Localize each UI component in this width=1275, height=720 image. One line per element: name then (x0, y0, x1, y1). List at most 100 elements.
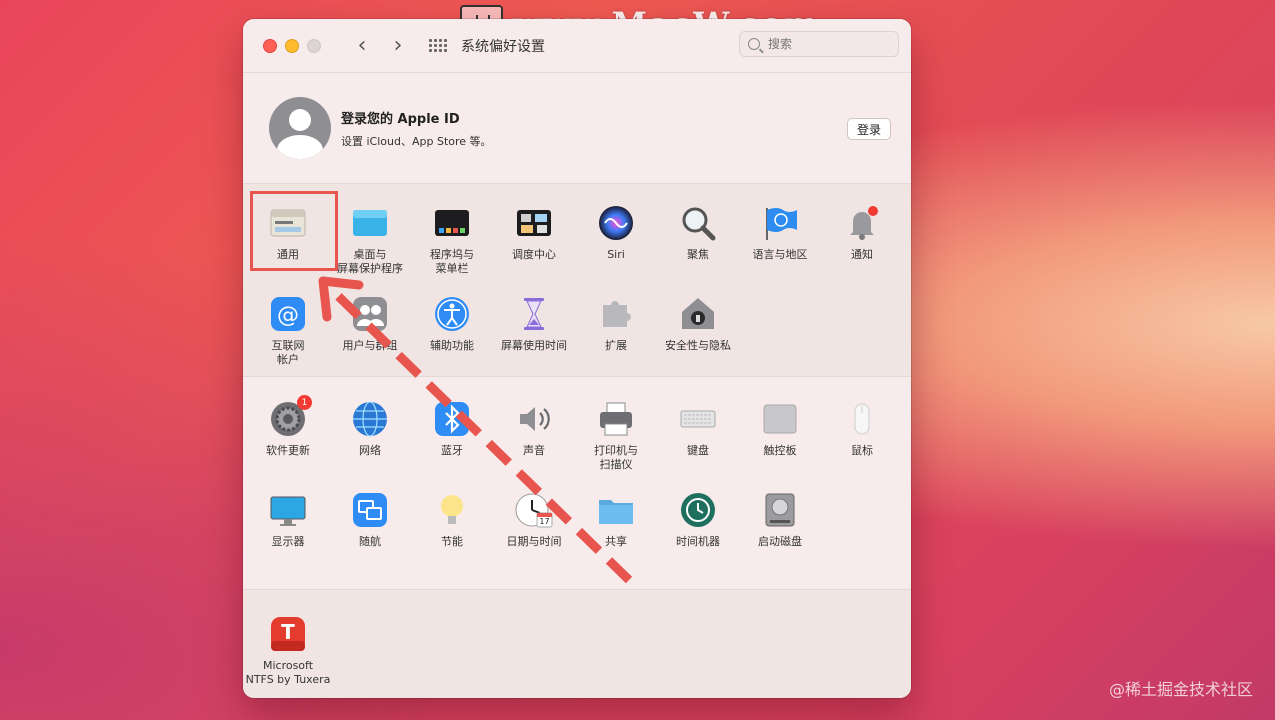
pane-screen-time[interactable]: 屏幕使用时间 (493, 295, 575, 353)
titlebar: ‹ › 系统偏好设置 (243, 19, 911, 73)
search-input[interactable] (766, 36, 880, 52)
pane-label: 软件更新 (266, 444, 310, 457)
search-field[interactable] (739, 31, 899, 57)
show-all-grid-icon[interactable] (427, 35, 449, 57)
pane-sharing[interactable]: 共享 (575, 491, 657, 549)
pane-label: 调度中心 (512, 248, 556, 261)
pane-label: 蓝牙 (441, 444, 463, 457)
apple-id-text: 登录您的 Apple ID 设置 iCloud、App Store 等。 (341, 108, 492, 149)
pane-notifications[interactable]: 通知 (821, 204, 903, 262)
bell-icon (843, 204, 881, 242)
pane-startup-disk[interactable]: 启动磁盘 (739, 491, 821, 549)
desktop-icon (351, 204, 389, 242)
pane-date-time[interactable]: 17 日期与时间 (493, 491, 575, 549)
pane-mission-control[interactable]: 调度中心 (493, 204, 575, 262)
pane-label: 日期与时间 (506, 535, 562, 548)
bluetooth-icon (433, 400, 471, 438)
pane-displays[interactable]: 显示器 (247, 491, 329, 549)
trackpad-icon (761, 400, 799, 438)
pane-label: 通用 (277, 248, 299, 261)
pane-label: 时间机器 (676, 535, 720, 548)
pane-dock[interactable]: 程序坞与 菜单栏 (411, 204, 493, 276)
svg-text:@: @ (277, 303, 299, 328)
spotlight-icon (679, 204, 717, 242)
pane-desktop[interactable]: 桌面与 屏幕保护程序 (329, 204, 411, 276)
pane-label: 共享 (605, 535, 627, 548)
calendar-date: 17 (539, 517, 550, 526)
pane-printers[interactable]: 打印机与 扫描仪 (575, 400, 657, 472)
pane-label: 鼠标 (851, 444, 873, 457)
tuxera-icon: T (269, 615, 307, 653)
zoom-button[interactable] (307, 38, 321, 53)
pane-mouse[interactable]: 鼠标 (821, 400, 903, 458)
pane-label: 通知 (851, 248, 873, 261)
login-button[interactable]: 登录 (846, 118, 891, 140)
pane-label: 网络 (359, 444, 381, 457)
tuxera-letter: T (281, 620, 295, 644)
pane-label: 用户与群组 (342, 339, 398, 352)
pane-time-machine[interactable]: 时间机器 (657, 491, 739, 549)
pane-label: 触控板 (763, 444, 797, 457)
hardware-preferences-section: 1 软件更新 网络 蓝牙 声音 打印机与 扫描仪 键盘 触控板 鼠标显示器 随航 节能 17 日期与时间… (243, 377, 911, 590)
avatar[interactable] (269, 97, 331, 159)
pane-label: 屏幕使用时间 (501, 339, 567, 352)
pane-label: 桌面与 屏幕保护程序 (337, 248, 403, 275)
printer-icon (597, 400, 635, 438)
update-badge: 1 (297, 395, 312, 410)
pane-security[interactable]: 安全性与隐私 (657, 295, 739, 353)
pane-label: 声音 (523, 444, 545, 457)
time-machine-icon (679, 491, 717, 529)
siri-icon (597, 204, 635, 242)
house-lock-icon (679, 295, 717, 333)
pane-label: 安全性与隐私 (665, 339, 731, 352)
personal-preferences-section: 通用 桌面与 屏幕保护程序 程序坞与 菜单栏 调度中心 Siri 聚焦 语言与地区 通知 @ 互联… (243, 184, 911, 377)
pane-keyboard[interactable]: 键盘 (657, 400, 739, 458)
pane-label: 启动磁盘 (758, 535, 802, 548)
pane-label: 随航 (359, 535, 381, 548)
puzzle-icon (597, 295, 635, 333)
minimize-button[interactable] (285, 38, 299, 53)
pane-ntfs[interactable]: T Microsoft NTFS by Tuxera (245, 615, 331, 687)
pane-language[interactable]: 语言与地区 (739, 204, 821, 262)
hourglass-icon (515, 295, 553, 333)
pane-network[interactable]: 网络 (329, 400, 411, 458)
pane-sound[interactable]: 声音 (493, 400, 575, 458)
pane-label: 节能 (441, 535, 463, 548)
pane-bluetooth[interactable]: 蓝牙 (411, 400, 493, 458)
globe-icon (351, 400, 389, 438)
pane-label: Microsoft NTFS by Tuxera (245, 659, 331, 686)
flag-icon (761, 204, 799, 242)
pane-label: Siri (607, 248, 625, 261)
pane-siri[interactable]: Siri (575, 204, 657, 262)
pane-label: 互联网 帐户 (271, 339, 305, 366)
clock-icon: 17 (515, 491, 553, 529)
pane-spotlight[interactable]: 聚焦 (657, 204, 739, 262)
back-chevron-icon[interactable]: ‹ (349, 33, 375, 59)
bulb-icon (433, 491, 471, 529)
pane-software-update[interactable]: 1 软件更新 (247, 395, 329, 458)
at-icon: @ (269, 295, 307, 333)
pane-energy[interactable]: 节能 (411, 491, 493, 549)
traffic-lights (263, 38, 321, 53)
display-icon (269, 491, 307, 529)
pane-users[interactable]: 用户与群组 (329, 295, 411, 353)
accessibility-icon (433, 295, 471, 333)
mouse-icon (843, 400, 881, 438)
apple-id-banner: 登录您的 Apple ID 设置 iCloud、App Store 等。 登录 (243, 73, 911, 184)
pane-extensions[interactable]: 扩展 (575, 295, 657, 353)
third-party-preferences-section: T Microsoft NTFS by Tuxera (243, 590, 911, 698)
users-icon (351, 295, 389, 333)
dock-icon (433, 204, 471, 242)
pane-label: 辅助功能 (430, 339, 474, 352)
pane-trackpad[interactable]: 触控板 (739, 400, 821, 458)
disk-icon (761, 491, 799, 529)
close-button[interactable] (263, 38, 277, 53)
apple-id-subtitle: 设置 iCloud、App Store 等。 (341, 134, 492, 148)
pane-sidecar[interactable]: 随航 (329, 491, 411, 549)
pane-internet-accounts[interactable]: @ 互联网 帐户 (247, 295, 329, 367)
general-icon (269, 204, 307, 242)
pane-accessibility[interactable]: 辅助功能 (411, 295, 493, 353)
pane-general[interactable]: 通用 (247, 204, 329, 262)
forward-chevron-icon[interactable]: › (385, 33, 411, 59)
window-title: 系统偏好设置 (461, 38, 545, 55)
